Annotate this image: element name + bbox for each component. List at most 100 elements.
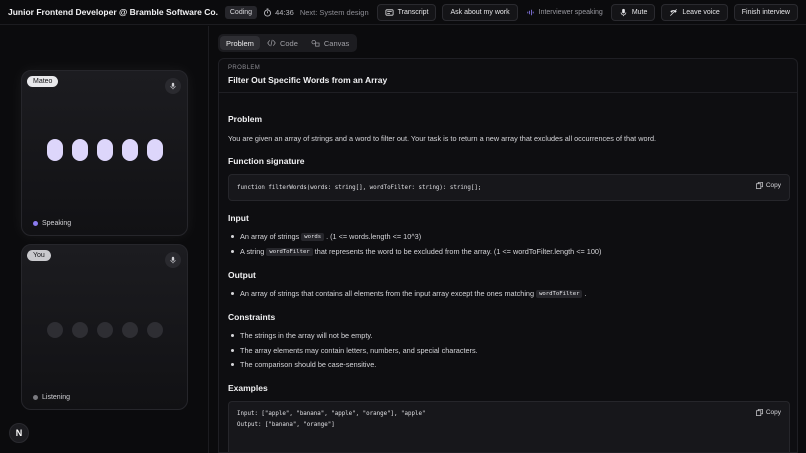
problem-title: Filter Out Specific Words from an Array — [228, 75, 388, 85]
mute-button[interactable]: Mute — [610, 4, 656, 21]
output-item-text: . — [584, 289, 587, 298]
signature-code-block: function filterWords(words: string[], wo… — [228, 174, 790, 201]
mode-badge: Coding — [224, 6, 258, 19]
interviewer-card: Mateo Speaking — [21, 70, 188, 236]
next-section: Next: System design — [299, 8, 369, 17]
finish-label: Finish interview — [741, 9, 790, 16]
bullet — [231, 334, 234, 337]
bullet — [231, 292, 234, 295]
candidate-name: You — [27, 250, 51, 261]
signature-code: function filterWords(words: string[], wo… — [237, 185, 482, 191]
constraints-heading: Constraints — [228, 312, 276, 322]
finish-interview-button[interactable]: Finish interview — [733, 4, 798, 21]
list-item: The array elements may contain letters, … — [228, 346, 478, 355]
copy-label: Copy — [765, 182, 781, 189]
speaking-status-dot — [33, 221, 38, 226]
tab-canvas[interactable]: Canvas — [305, 36, 355, 50]
voice-dot — [96, 322, 113, 338]
signature-heading: Function signature — [228, 156, 305, 166]
top-bar: Junior Frontend Developer @ Bramble Soft… — [0, 0, 806, 25]
voice-dot — [46, 322, 63, 338]
ask-about-work-button[interactable]: Ask about my work — [442, 4, 518, 21]
problem-header: PROBLEM Filter Out Specific Words from a… — [219, 59, 797, 93]
list-item: The strings in the array will not be emp… — [228, 331, 372, 340]
inline-code: words — [301, 232, 325, 241]
interview-title: Junior Frontend Developer @ Bramble Soft… — [8, 7, 218, 17]
candidate-status: Listening — [33, 394, 70, 401]
canvas-icon — [311, 39, 320, 47]
candidate-card: You Listening — [21, 244, 188, 410]
problem-section-label: PROBLEM — [228, 65, 261, 71]
copy-example-button[interactable]: Copy — [755, 409, 781, 416]
copy-icon — [755, 409, 763, 416]
copy-icon — [755, 182, 763, 189]
input-item-text: that represents the word to be excluded … — [314, 247, 602, 256]
voice-dot — [71, 322, 88, 338]
voice-dot — [121, 139, 138, 161]
output-heading: Output — [228, 270, 256, 280]
copy-signature-button[interactable]: Copy — [755, 182, 781, 189]
voice-dot — [96, 139, 113, 161]
list-item: An array of strings that contains all el… — [228, 289, 587, 298]
bullet — [231, 349, 234, 352]
examples-heading: Examples — [228, 383, 268, 393]
voice-dot — [121, 322, 138, 338]
voice-dot — [146, 139, 163, 161]
input-item-text: . (1 <= words.length <= 10^3) — [326, 232, 422, 241]
bullet — [231, 363, 234, 366]
transcript-button[interactable]: Transcript — [376, 4, 437, 21]
constraint-text: The array elements may contain letters, … — [240, 346, 478, 355]
tab-code[interactable]: Code — [261, 36, 304, 50]
leave-voice-button[interactable]: Leave voice — [661, 4, 728, 21]
phone-off-icon — [670, 9, 678, 16]
stopwatch-icon — [264, 8, 272, 17]
list-item: A string wordToFilter that represents th… — [228, 247, 601, 256]
example-line: Output: ["banana", "orange"] — [237, 422, 335, 428]
timer-value: 44:36 — [275, 8, 294, 17]
constraint-text: The strings in the array will not be emp… — [240, 331, 373, 340]
interviewer-name: Mateo — [27, 76, 59, 87]
tab-problem[interactable]: Problem — [220, 36, 260, 50]
listening-status-dot — [33, 395, 38, 400]
inline-code: wordToFilter — [266, 247, 313, 256]
candidate-mic-icon — [165, 252, 181, 268]
constraint-text: The comparison should be case-sensitive. — [240, 360, 377, 369]
app-logo[interactable]: N — [9, 423, 29, 443]
problem-description: You are given an array of strings and a … — [228, 134, 657, 143]
audio-wave-icon — [527, 9, 534, 16]
voice-dot — [146, 322, 163, 338]
list-item: The comparison should be case-sensitive. — [228, 360, 376, 369]
speaking-label: Interviewer speaking — [538, 9, 603, 16]
problem-heading: Problem — [228, 114, 263, 124]
bullet — [231, 250, 234, 253]
tab-problem-label: Problem — [226, 38, 254, 48]
inline-code: wordToFilter — [536, 289, 583, 298]
participants-sidebar: Mateo Speaking You Listening N — [0, 26, 209, 453]
candidate-voice-visualizer — [22, 322, 187, 338]
copy-label: Copy — [765, 409, 781, 416]
interviewer-mic-icon — [165, 78, 181, 94]
input-item-text: An array of strings — [240, 232, 300, 241]
output-item-text: An array of strings that contains all el… — [240, 289, 535, 298]
voice-dot — [71, 139, 88, 161]
bullet — [231, 235, 234, 238]
input-heading: Input — [228, 213, 249, 223]
transcript-icon — [385, 9, 394, 16]
tab-canvas-label: Canvas — [323, 38, 350, 48]
example-code-block: Input: ["apple", "banana", "apple", "ora… — [228, 401, 790, 452]
tab-code-label: Code — [279, 38, 298, 48]
timer: 44:36 — [263, 8, 294, 17]
interviewer-speaking-indicator: Interviewer speaking — [524, 4, 605, 21]
problem-panel: PROBLEM Filter Out Specific Words from a… — [218, 58, 798, 453]
microphone-icon — [620, 8, 627, 17]
interviewer-voice-visualizer — [22, 139, 187, 161]
leave-label: Leave voice — [682, 9, 720, 16]
example-line: Input: ["apple", "banana", "apple", "ora… — [237, 411, 426, 417]
workspace-tabs: Problem Code Canvas — [218, 34, 358, 52]
mute-label: Mute — [631, 9, 648, 16]
top-bar-controls: Coding 44:36 Next: System design Transcr… — [224, 4, 798, 21]
code-icon — [267, 39, 276, 47]
interviewer-status: Speaking — [33, 220, 71, 227]
input-item-text: A string — [240, 247, 265, 256]
candidate-status-label: Listening — [42, 394, 71, 401]
